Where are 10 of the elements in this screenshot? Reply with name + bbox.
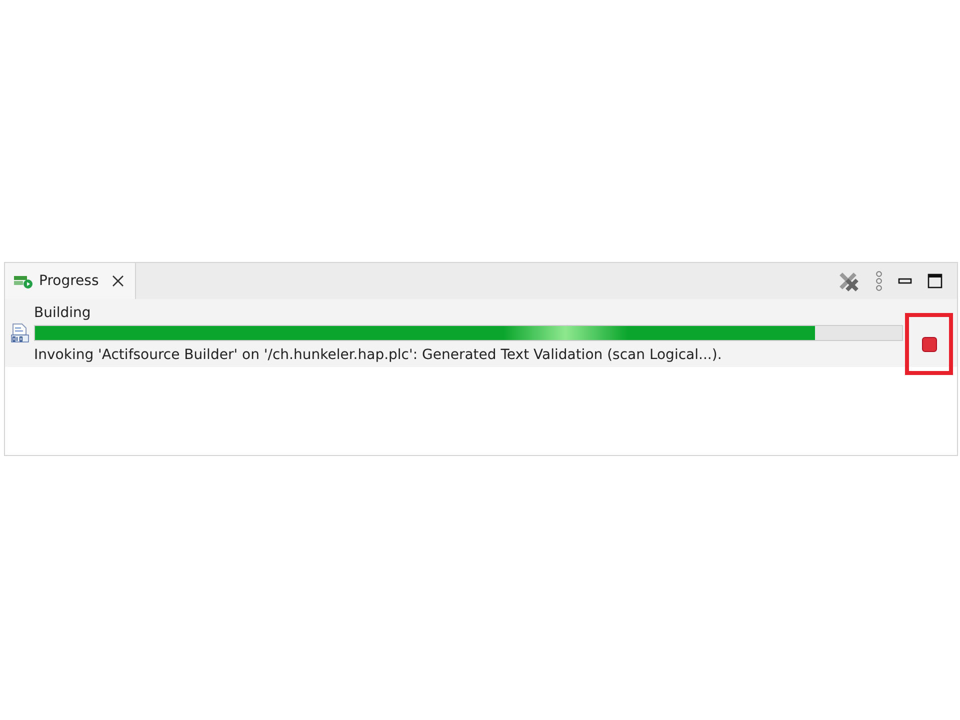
progress-tab[interactable]: Progress	[5, 263, 136, 299]
close-icon[interactable]	[110, 274, 125, 288]
binary-file-icon	[11, 323, 29, 343]
maximize-icon[interactable]	[927, 273, 943, 289]
progress-view-icon	[13, 273, 33, 289]
tab-label: Progress	[39, 273, 99, 289]
job-status: Invoking 'Actifsource Builder' on '/ch.hunkeler.hap.plc': Generated Text Validation (scan Logical...).	[33, 347, 723, 363]
job-title: Building	[33, 305, 92, 321]
view-menu-icon[interactable]	[875, 270, 883, 292]
stop-button[interactable]	[922, 336, 936, 352]
